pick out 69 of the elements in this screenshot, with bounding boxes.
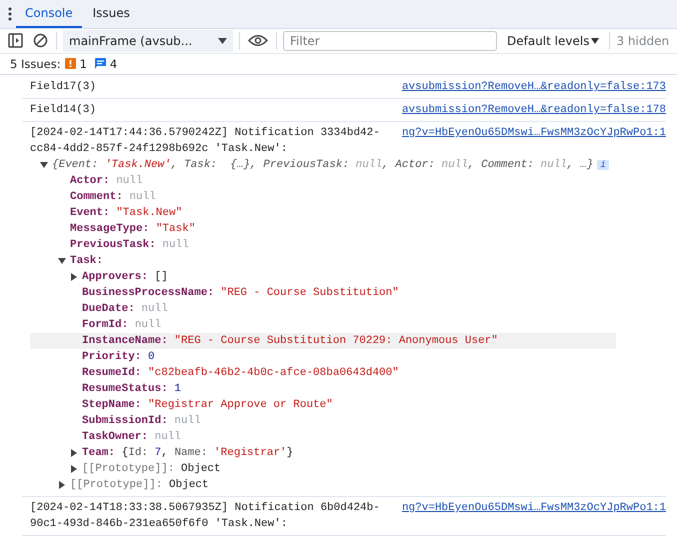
property-key: FormId:: [82, 319, 128, 331]
property-value: null: [141, 303, 168, 315]
property-value: null: [129, 191, 156, 203]
property-value: "Task.New": [116, 207, 182, 219]
property-key: InstanceName:: [82, 335, 168, 347]
property-value: null: [174, 415, 201, 427]
context-dropdown[interactable]: mainFrame (avsub...: [63, 30, 233, 52]
log-message: Field17(3): [30, 80, 98, 95]
property-key: TaskOwner:: [82, 431, 148, 443]
property-value: null: [116, 175, 143, 187]
property-key: ResumeId:: [82, 367, 142, 379]
filter-field[interactable]: Filter: [283, 30, 497, 51]
collapse-triangle-icon[interactable]: [58, 257, 66, 265]
property-key: DueDate:: [82, 303, 135, 315]
property-value: Object: [181, 463, 221, 475]
property-key: Event:: [70, 207, 110, 219]
property-value: []: [154, 271, 168, 283]
collapse-triangle-icon[interactable]: [40, 161, 48, 169]
expand-triangle-icon[interactable]: [70, 273, 78, 281]
source-link[interactable]: ng?v=HbEyenOu65DMswi…FwsMM3zOcYJpRwPo1:1: [402, 500, 666, 532]
expand-triangle-icon[interactable]: [70, 465, 78, 473]
property-value: 0: [148, 351, 155, 363]
property-value: null: [162, 239, 189, 251]
property-value: "REG - Course Substitution": [220, 287, 399, 299]
property-key: Comment:: [70, 191, 123, 203]
hidden-count: 3 hidden: [616, 34, 670, 48]
property-key: Priority:: [82, 351, 142, 363]
message-icon: [94, 58, 106, 70]
property-value: null: [134, 319, 162, 331]
property-key: BusinessProcessName:: [82, 287, 214, 299]
property-value: "Registrar Approve or Route": [148, 399, 333, 411]
caret-icon: [218, 38, 227, 44]
property-value: null: [154, 431, 182, 443]
object-preview: {Event: 'Task.New', Task: {…}, PreviousTask: null, Actor: null, Comment: null, …}: [52, 159, 594, 171]
property-key: PreviousTask:: [70, 239, 156, 251]
property-key: Actor:: [70, 175, 110, 187]
property-value: 1: [174, 383, 182, 395]
log-message: [2024-02-14T18:33:38.5067935Z] Notification 6b0d424b-90c1-493d-846b-231ea650f6f0 'Task.New':: [30, 501, 381, 532]
info-badge[interactable]: i: [597, 160, 609, 170]
source-link[interactable]: avsubmission?RemoveH…&readonly=false:173: [402, 79, 666, 95]
property-key: Task:: [70, 255, 104, 267]
log-levels-dropdown[interactable]: Default levels: [503, 34, 604, 48]
property-value: "c82beafb-46b2-4b0c-afce-08ba0643d400": [148, 367, 399, 379]
property-key: Team:: [82, 447, 116, 459]
expand-triangle-icon[interactable]: [70, 449, 78, 457]
issues-label: 5 Issues:: [10, 56, 61, 71]
error-count: 1: [80, 56, 87, 71]
warning-flag-icon: [64, 58, 76, 70]
expand-triangle-icon[interactable]: [58, 481, 66, 489]
property-key: [[Prototype]]:: [70, 479, 162, 491]
property-value: {Id: 7, Name: 'Registrar'}: [122, 447, 294, 459]
property-value: "REG - Course Substitution 70229: Anonymous User": [174, 335, 498, 347]
property-key: StepName:: [82, 399, 142, 411]
property-key: MessageType:: [70, 223, 150, 235]
property-value: "Task": [156, 223, 196, 235]
log-message: Field14(3): [30, 103, 98, 118]
property-key: ResumeStatus:: [82, 383, 168, 395]
log-message: [2024-02-14T17:44:36.5790242Z] Notification 3334bd42-cc84-4dd2-857f-24f1298b692c 'Task.New':: [30, 126, 381, 157]
sidebar-toggle-icon[interactable]: [6, 31, 25, 50]
property-key: SubmissionId:: [82, 415, 168, 427]
panel-tab[interactable]: Console: [16, 0, 82, 28]
property-key: [[Prototype]]:: [82, 463, 174, 475]
property-value: Object: [169, 479, 209, 491]
caret-icon: [591, 38, 600, 44]
panel-tab[interactable]: Issues: [84, 0, 139, 28]
source-link[interactable]: ng?v=HbEyenOu65DMswi…FwsMM3zOcYJpRwPo1:1: [402, 125, 666, 157]
info-count: 4: [110, 56, 118, 71]
source-link[interactable]: avsubmission?RemoveH…&readonly=false:178: [402, 102, 666, 118]
property-key: Approvers:: [82, 271, 148, 283]
